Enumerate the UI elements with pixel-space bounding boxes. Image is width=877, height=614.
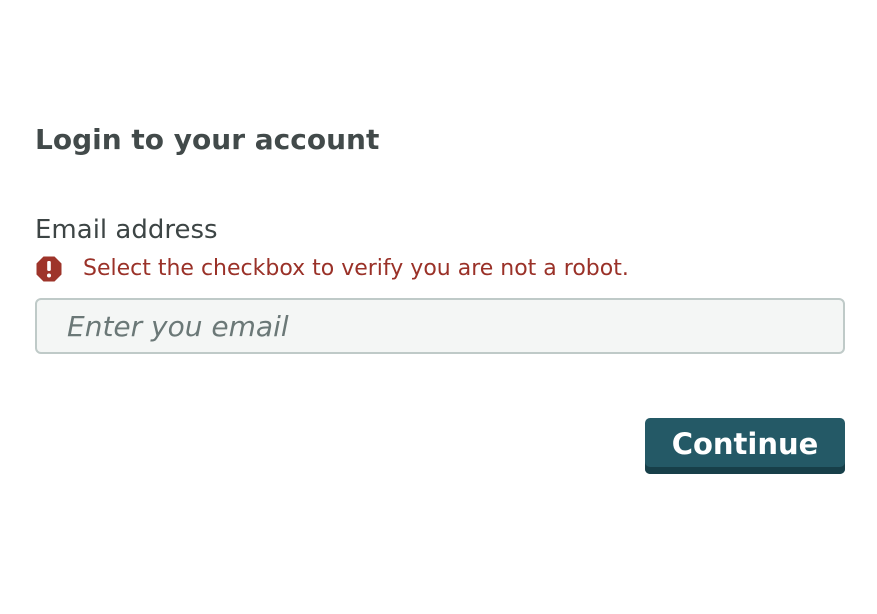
error-text: Select the checkbox to verify you are no…	[83, 256, 629, 281]
login-form: Login to your account Email address Sele…	[35, 120, 845, 474]
login-page: Login to your account Email address Sele…	[0, 0, 877, 614]
continue-button[interactable]: Continue	[645, 418, 845, 474]
error-message: Select the checkbox to verify you are no…	[35, 254, 845, 284]
email-input[interactable]	[35, 298, 845, 354]
form-actions: Continue	[35, 418, 845, 474]
email-label: Email address	[35, 215, 218, 245]
alert-octagon-icon	[36, 256, 62, 282]
page-title: Login to your account	[35, 123, 380, 156]
